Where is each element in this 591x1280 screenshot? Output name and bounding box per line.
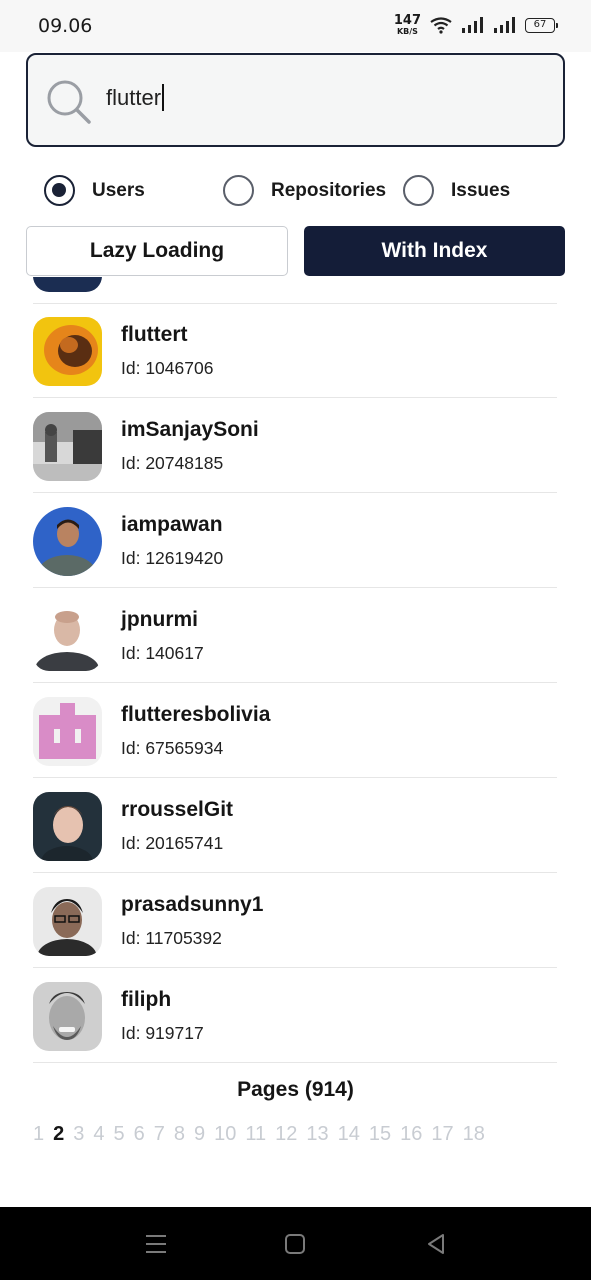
search-input-value: flutter [106, 85, 162, 110]
radio-users[interactable]: Users [44, 175, 145, 206]
user-name: imSanjaySoni [121, 418, 259, 441]
with-index-button[interactable]: With Index [304, 226, 565, 276]
signal-icon-2 [494, 17, 515, 33]
user-name: jpnurmi [121, 608, 198, 631]
radio-issues[interactable]: Issues [403, 175, 510, 206]
user-name: prasadsunny1 [121, 893, 264, 916]
page-number[interactable]: 4 [93, 1123, 104, 1146]
network-speed: 147 KB/S [394, 14, 421, 36]
page-number[interactable]: 3 [73, 1123, 84, 1146]
menu-icon[interactable] [141, 1229, 171, 1259]
pages-title: Pages (914) [237, 1078, 354, 1101]
page-number[interactable]: 17 [431, 1123, 453, 1146]
status-time: 09.06 [38, 15, 93, 37]
page-number[interactable]: 1 [33, 1123, 44, 1146]
user-name: fluttert [121, 323, 188, 346]
page-number[interactable]: 14 [338, 1123, 360, 1146]
page-number[interactable]: 12 [275, 1123, 297, 1146]
radio-selected-icon [44, 175, 75, 206]
user-name: rrousselGit [121, 798, 234, 821]
user-id: Id: 919717 [121, 1023, 204, 1043]
network-speed-value: 147 [393, 13, 421, 28]
list-item[interactable]: flutteresbolivia Id: 67565934 [33, 683, 557, 778]
list-item-partial[interactable] [33, 277, 557, 304]
navigation-bar [0, 1207, 591, 1280]
list-item[interactable]: jpnurmi Id: 140617 [33, 588, 557, 683]
page-number[interactable]: 2 [53, 1123, 64, 1146]
page-number[interactable]: 6 [134, 1123, 145, 1146]
page-number[interactable]: 9 [194, 1123, 205, 1146]
avatar [33, 507, 102, 576]
user-id: Id: 20748185 [121, 453, 224, 473]
avatar [33, 602, 102, 671]
avatar [33, 412, 102, 481]
user-id: Id: 1046706 [121, 358, 214, 378]
status-icons: 147 KB/S 67 [394, 14, 558, 36]
signal-icon-1 [462, 17, 483, 33]
user-name: flutteresbolivia [121, 703, 271, 726]
wifi-icon [430, 17, 452, 34]
radio-unselected-icon [403, 175, 434, 206]
page-number[interactable]: 16 [400, 1123, 422, 1146]
page-number[interactable]: 13 [306, 1123, 328, 1146]
avatar [33, 887, 102, 956]
avatar [33, 792, 102, 861]
avatar [33, 697, 102, 766]
radio-unselected-icon [223, 175, 254, 206]
page-number[interactable]: 8 [174, 1123, 185, 1146]
search-box[interactable]: flutter [26, 53, 565, 147]
list-item[interactable]: filiph Id: 919717 [33, 968, 557, 1063]
search-icon [47, 80, 91, 124]
user-id: Id: 12619420 [121, 548, 224, 568]
lazy-loading-button[interactable]: Lazy Loading [26, 226, 288, 276]
list-item[interactable]: iampawan Id: 12619420 [33, 493, 557, 588]
radio-repositories[interactable]: Repositories [223, 175, 386, 206]
user-name: filiph [121, 988, 172, 1011]
list-item[interactable]: imSanjaySoni Id: 20748185 [33, 398, 557, 493]
text-caret [162, 83, 165, 111]
list-item[interactable]: prasadsunny1 Id: 11705392 [33, 873, 557, 968]
user-id: Id: 11705392 [121, 928, 222, 948]
user-id: Id: 140617 [121, 643, 204, 663]
user-name: iampawan [121, 513, 223, 536]
search-input[interactable]: flutter [106, 83, 165, 113]
search-type-radio-group: Users Repositories Issues [0, 175, 591, 213]
home-icon[interactable] [280, 1229, 310, 1259]
radio-users-label: Users [92, 179, 145, 201]
user-id: Id: 20165741 [121, 833, 224, 853]
user-id: Id: 67565934 [121, 738, 224, 758]
avatar [33, 317, 102, 386]
pagination: 1 2 3 4 5 6 7 8 9 10 11 12 13 14 15 16 17 18 [33, 1123, 485, 1146]
radio-issues-label: Issues [451, 179, 511, 201]
status-bar: 09.06 147 KB/S 67 [0, 0, 591, 52]
page-number[interactable]: 10 [214, 1123, 236, 1146]
page-number[interactable]: 15 [369, 1123, 391, 1146]
list-item[interactable]: rrousselGit Id: 20165741 [33, 778, 557, 873]
network-speed-unit: KB/S [396, 27, 418, 36]
radio-repositories-label: Repositories [271, 179, 387, 201]
avatar [33, 982, 102, 1051]
back-icon[interactable] [421, 1229, 451, 1259]
page-number[interactable]: 11 [245, 1123, 266, 1146]
user-list[interactable]: fluttert Id: 1046706 imSanjaySoni Id: 20… [0, 277, 591, 1067]
avatar [33, 277, 102, 292]
battery-icon: 67 [525, 17, 558, 33]
page-number[interactable]: 7 [154, 1123, 165, 1146]
list-item[interactable]: fluttert Id: 1046706 [33, 303, 557, 398]
page-number[interactable]: 5 [114, 1123, 125, 1146]
page-number[interactable]: 18 [463, 1123, 485, 1146]
